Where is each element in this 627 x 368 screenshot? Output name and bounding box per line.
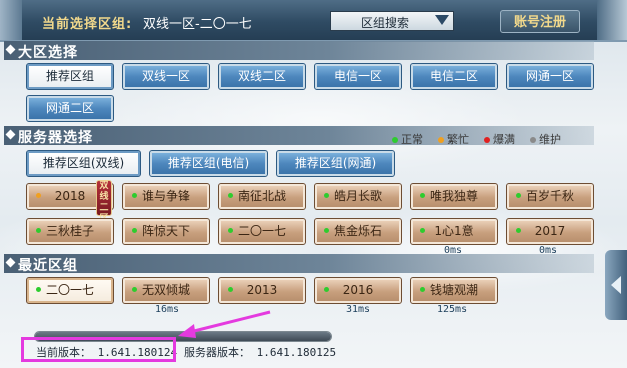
server-button[interactable]: 焦金烁石 — [314, 218, 402, 245]
legend-maintenance-label: 维护 — [539, 133, 561, 146]
region-button-netcom-2[interactable]: 网通二区 — [26, 95, 114, 122]
server-name: 无双倾城 — [141, 283, 190, 297]
server-button[interactable]: 1心1意 — [410, 218, 498, 245]
status-normal-icon — [392, 137, 398, 143]
status-busy-icon — [36, 193, 41, 198]
status-normal-icon — [324, 228, 329, 233]
server-name: 南征北战 — [237, 189, 286, 203]
status-normal-icon — [132, 287, 137, 292]
server-button[interactable]: 百岁千秋 — [506, 183, 594, 210]
status-normal-icon — [324, 193, 329, 198]
recent-server-button[interactable]: 2016 — [314, 277, 402, 304]
diamond-icon — [5, 129, 16, 140]
recent-server-button[interactable]: 无双倾城 — [122, 277, 210, 304]
current-server-value: 双线一区-二〇一七 — [143, 17, 252, 32]
status-normal-icon — [132, 228, 137, 233]
server-name: 阵惊天下 — [141, 224, 190, 238]
server-name: 钱塘观潮 — [429, 283, 478, 297]
legend-maintenance: 维护 — [530, 131, 561, 147]
recent-server-button[interactable]: 二〇一七 — [26, 277, 114, 304]
status-full-icon — [484, 137, 490, 143]
server-name: 2013 — [246, 283, 278, 297]
server-name: 焦金烁石 — [333, 224, 382, 238]
top-bar-right-ornament — [597, 0, 627, 40]
server-zone-badge: 双线二区 — [96, 180, 112, 224]
status-normal-icon — [516, 228, 521, 233]
status-normal-icon — [228, 287, 233, 292]
status-normal-icon — [36, 228, 41, 233]
server-name: 1心1意 — [434, 224, 474, 238]
dropdown-arrow-icon[interactable] — [435, 15, 449, 25]
diamond-icon — [5, 44, 16, 55]
status-normal-icon — [516, 193, 521, 198]
server-button[interactable]: 唯我独尊 — [410, 183, 498, 210]
status-normal-icon — [132, 193, 137, 198]
status-normal-icon — [228, 193, 233, 198]
diamond-icon — [5, 257, 16, 268]
legend-normal-label: 正常 — [401, 133, 423, 146]
legend-busy-label: 繁忙 — [447, 133, 469, 146]
server-ping: 125ms — [437, 304, 468, 315]
server-button[interactable]: 谁与争锋 — [122, 183, 210, 210]
server-button[interactable]: 2017 — [506, 218, 594, 245]
legend-full: 爆满 — [484, 131, 515, 147]
server-name: 皓月长歌 — [333, 189, 382, 203]
recent-server-button[interactable]: 2013 — [218, 277, 306, 304]
legend-busy: 繁忙 — [438, 131, 469, 147]
server-search-select-text: 区组搜索 — [361, 16, 410, 30]
status-normal-icon — [324, 287, 329, 292]
server-name: 二〇一七 — [45, 283, 94, 297]
account-register-button[interactable]: 账号注册 — [500, 10, 580, 33]
server-name: 谁与争锋 — [141, 189, 190, 203]
group-tab-telecom[interactable]: 推荐区组(电信) — [149, 150, 268, 177]
server-button[interactable]: 南征北战 — [218, 183, 306, 210]
server-name: 2016 — [342, 283, 374, 297]
server-name: 唯我独尊 — [429, 189, 478, 203]
server-name: 百岁千秋 — [525, 189, 574, 203]
recent-section-title: 最近区组 — [18, 258, 78, 274]
server-button[interactable]: 二〇一七 — [218, 218, 306, 245]
region-button-dual-1[interactable]: 双线一区 — [122, 63, 210, 90]
highlight-box — [21, 337, 176, 362]
region-button-dual-2[interactable]: 双线二区 — [218, 63, 306, 90]
status-normal-icon — [36, 287, 41, 292]
recent-section-header: 最近区组 — [4, 254, 594, 274]
legend-normal: 正常 — [392, 131, 423, 147]
region-button-telecom-2[interactable]: 电信二区 — [410, 63, 498, 90]
status-normal-icon — [420, 228, 425, 233]
server-ping: 31ms — [346, 304, 371, 315]
server-name: 2017 — [534, 224, 566, 238]
server-button[interactable]: 皓月长歌 — [314, 183, 402, 210]
side-expand-arrow-icon[interactable] — [605, 250, 627, 320]
server-name: 三秋桂子 — [45, 224, 94, 238]
region-button-recommended[interactable]: 推荐区组 — [26, 63, 114, 90]
server-search-select[interactable]: 区组搜索 — [330, 11, 454, 31]
status-maintenance-icon — [530, 137, 536, 143]
current-server-label: 当前选择区组: — [42, 17, 133, 32]
server-version-text: 服务器版本： 1.641.180125 — [184, 346, 337, 359]
server-name: 二〇一七 — [237, 224, 286, 238]
server-button[interactable]: 三秋桂子 — [26, 218, 114, 245]
region-button-netcom-1[interactable]: 网通一区 — [506, 63, 594, 90]
recent-server-button[interactable]: 钱塘观潮 — [410, 277, 498, 304]
region-section-title: 大区选择 — [18, 45, 78, 61]
top-bar-left-ornament — [0, 0, 22, 40]
server-section-title: 服务器选择 — [18, 130, 93, 146]
status-normal-icon — [420, 193, 425, 198]
group-tab-netcom[interactable]: 推荐区组(网通) — [276, 150, 395, 177]
region-button-telecom-1[interactable]: 电信一区 — [314, 63, 402, 90]
region-section-header: 大区选择 — [4, 41, 594, 61]
status-normal-icon — [420, 287, 425, 292]
server-button[interactable]: 阵惊天下 — [122, 218, 210, 245]
status-normal-icon — [228, 228, 233, 233]
legend-full-label: 爆满 — [493, 133, 515, 146]
server-name: 2018 — [54, 189, 86, 203]
server-ping: 16ms — [155, 304, 180, 315]
group-tab-dual[interactable]: 推荐区组(双线) — [26, 150, 141, 177]
status-busy-icon — [438, 137, 444, 143]
